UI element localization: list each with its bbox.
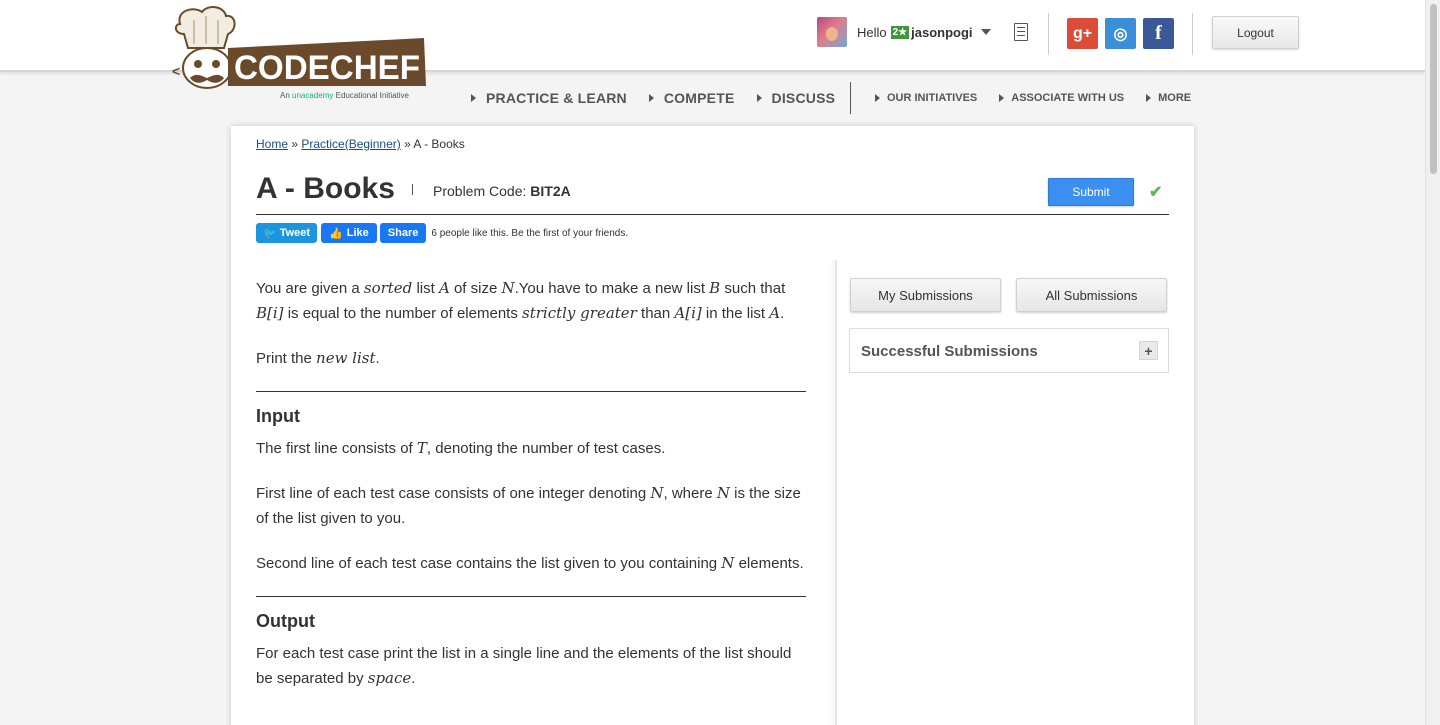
tagline-suffix: Educational Initiative [335, 91, 410, 100]
section-divider [256, 596, 806, 597]
breadcrumb-home-link[interactable]: Home [256, 137, 288, 151]
tagline-prefix: An [280, 91, 290, 100]
nav-divider [850, 82, 851, 114]
breadcrumb-current: A - Books [413, 137, 465, 151]
statement-paragraph: You are given a sorted list A of size N.… [256, 279, 786, 322]
github-icon[interactable]: ◎ [1105, 18, 1136, 49]
nav-label: ASSOCIATE WITH US [1011, 92, 1125, 104]
chevron-down-icon[interactable] [980, 29, 991, 35]
all-submissions-button[interactable]: All Submissions [1016, 278, 1167, 312]
statement-paragraph: Print the new list. [256, 349, 380, 367]
page-title: A - Books [256, 172, 395, 205]
header-divider [1048, 13, 1049, 55]
user-menu[interactable]: Hello 2★ jasonpogi [817, 17, 991, 47]
google-plus-icon[interactable]: g+ [1067, 18, 1098, 49]
tagline-brand: unacademy [292, 91, 334, 100]
input-heading: Input [256, 406, 300, 426]
title-rule [256, 214, 1169, 215]
my-submissions-button[interactable]: My Submissions [850, 278, 1001, 312]
check-icon: ✔ [1149, 184, 1163, 201]
breadcrumb-practice-link[interactable]: Practice(Beginner) [301, 137, 400, 151]
caret-right-icon [1146, 94, 1152, 102]
nav-practice-learn[interactable]: PRACTICE & LEARN [471, 90, 627, 106]
header-divider [1192, 13, 1193, 55]
input-paragraph: Second line of each test case contains t… [256, 554, 804, 572]
nav-discuss[interactable]: DISCUSS [756, 90, 836, 106]
nav-label: PRACTICE & LEARN [486, 90, 627, 106]
like-label: Like [346, 227, 369, 239]
secondary-nav: OUR INITIATIVES ASSOCIATE WITH US MORE [875, 90, 1213, 106]
nav-compete[interactable]: COMPETE [648, 90, 735, 106]
problem-statement: You are given a sorted list A of size N.… [256, 276, 806, 711]
nav-label: OUR INITIATIVES [887, 92, 978, 104]
breadcrumb: Home » Practice(Beginner) » A - Books [256, 137, 465, 151]
problem-code-value: BIT2A [530, 183, 571, 199]
successful-submissions-label: Successful Submissions [861, 343, 1038, 360]
thumbs-up-icon: 👍 [329, 227, 343, 240]
caret-right-icon [648, 94, 654, 102]
input-paragraph: The first line consists of T, denoting t… [256, 439, 666, 457]
page-scrollbar[interactable] [1425, 0, 1440, 725]
nav-label: DISCUSS [771, 90, 836, 106]
nav-associate-with-us[interactable]: ASSOCIATE WITH US [999, 92, 1124, 104]
star-rating-badge: 2★ [890, 25, 910, 39]
submit-button[interactable]: Submit [1048, 178, 1134, 206]
user-avatar[interactable] [817, 17, 847, 47]
column-divider [835, 260, 837, 725]
social-share-bar: 🐦 Tweet 👍 Like Share 6 people like this. B… [256, 223, 628, 243]
tweet-button[interactable]: 🐦 Tweet [256, 223, 318, 243]
facebook-icon[interactable]: f [1143, 18, 1174, 49]
nav-our-initiatives[interactable]: OUR INITIATIVES [875, 92, 977, 104]
nav-label: MORE [1158, 92, 1192, 104]
caret-right-icon [471, 94, 476, 102]
logout-button[interactable]: Logout [1212, 16, 1299, 49]
caret-right-icon [999, 94, 1005, 102]
section-divider [256, 391, 806, 392]
breadcrumb-separator: » [400, 137, 414, 151]
twitter-icon: 🐦 [263, 227, 277, 240]
nav-label: COMPETE [663, 90, 735, 106]
successful-submissions-panel[interactable]: Successful Submissions + [849, 328, 1169, 373]
caret-right-icon [875, 94, 880, 102]
output-paragraph: For each test case print the list in a s… [256, 645, 792, 687]
scrollbar-thumb[interactable] [1430, 4, 1437, 174]
greeting-text: Hello [857, 24, 887, 40]
logo-tagline: An unacademy Educational Initiative [280, 91, 409, 100]
svg-text:<: < [172, 63, 180, 79]
output-heading: Output [256, 611, 315, 631]
problem-code-label: Problem Code: [433, 183, 527, 199]
logo-text: CODECHEF [234, 49, 420, 87]
breadcrumb-separator: » [288, 137, 302, 151]
caret-right-icon [756, 94, 762, 102]
problem-code: Problem Code: BIT2A [433, 183, 571, 199]
main-nav: PRACTICE & LEARN COMPETE DISCUSS [471, 90, 857, 106]
user-greeting[interactable]: Hello 2★ jasonpogi [857, 25, 991, 40]
likes-count-text: 6 people like this. Be the first of your… [431, 227, 629, 239]
notes-icon[interactable] [1014, 23, 1028, 41]
tweet-label: Tweet [279, 227, 311, 239]
username[interactable]: jasonpogi [911, 25, 972, 40]
nav-more[interactable]: MORE [1146, 92, 1191, 104]
like-button[interactable]: 👍 Like [321, 223, 377, 243]
title-divider [412, 184, 413, 195]
problem-card: Home » Practice(Beginner) » A - Books A … [231, 126, 1194, 725]
share-button[interactable]: Share [379, 223, 427, 243]
expand-plus-icon[interactable]: + [1139, 341, 1158, 360]
input-paragraph: First line of each test case consists of… [256, 484, 801, 527]
